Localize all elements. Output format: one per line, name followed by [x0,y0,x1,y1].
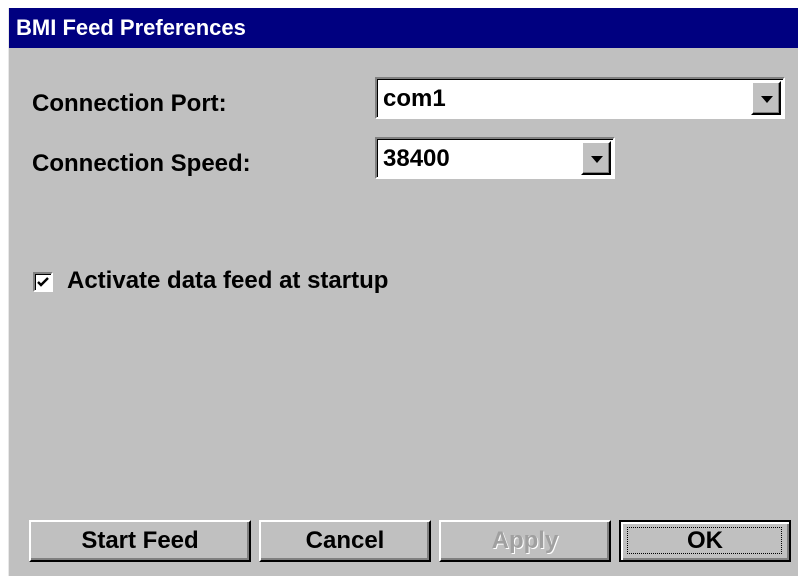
connection-speed-label: Connection Speed: [32,150,251,177]
cancel-button[interactable]: Cancel [259,520,431,562]
connection-port-label: Connection Port: [32,90,227,117]
activate-feed-checkbox[interactable] [33,272,53,292]
connection-port-select[interactable]: com1 [375,77,785,119]
connection-speed-select[interactable]: 38400 [375,137,615,179]
activate-feed-label[interactable]: Activate data feed at startup [67,267,388,295]
ok-button[interactable]: OK [619,520,791,562]
chevron-down-icon [591,156,603,163]
ok-button-label: OK [687,527,723,554]
apply-button[interactable]: Apply [439,520,611,562]
title-bar: BMI Feed Preferences [9,8,798,48]
connection-port-dropdown-button[interactable] [751,81,781,115]
preferences-dialog: BMI Feed Preferences Connection Port: co… [8,8,798,576]
connection-speed-value: 38400 [383,145,450,172]
connection-port-value: com1 [383,85,446,112]
chevron-down-icon [761,96,773,103]
connection-speed-dropdown-button[interactable] [581,141,611,175]
checkmark-icon [37,277,49,287]
start-feed-button[interactable]: Start Feed [29,520,251,562]
